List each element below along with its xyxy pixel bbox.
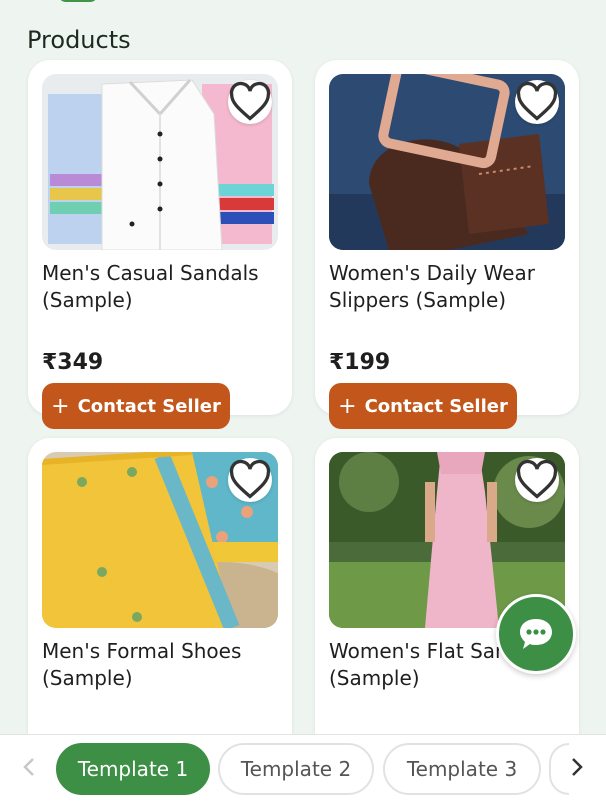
top-tab-indicator — [58, 0, 98, 2]
chevron-right-icon — [572, 758, 583, 776]
product-name: Women's Daily Wear Slippers (Sample) — [329, 261, 535, 312]
contact-seller-button[interactable]: + Contact Seller — [329, 383, 517, 429]
product-card[interactable]: Men's Casual Sandals (Sample) ₹349 + Con… — [28, 60, 292, 429]
contact-seller-label: Contact Seller — [364, 395, 508, 417]
favorite-button[interactable] — [515, 80, 559, 124]
product-image-saree[interactable] — [42, 452, 278, 628]
contact-seller-button[interactable]: + Contact Seller — [42, 383, 230, 429]
prev-button[interactable] — [17, 755, 41, 779]
contact-seller-label: Contact Seller — [77, 395, 221, 417]
favorite-button[interactable] — [515, 458, 559, 502]
template-chip-1[interactable]: Template 1 — [56, 743, 210, 795]
product-price: ₹349 — [42, 350, 104, 375]
chat-button[interactable] — [496, 594, 576, 674]
favorite-button[interactable] — [228, 80, 272, 124]
product-price: ₹199 — [329, 350, 391, 375]
plus-icon: + — [338, 393, 357, 419]
favorite-button[interactable] — [228, 458, 272, 502]
chat-bubble-icon — [520, 619, 552, 649]
heart-outline-icon — [229, 81, 271, 121]
template-chip-3[interactable]: Template 3 — [383, 743, 541, 795]
plus-icon: + — [51, 393, 70, 419]
chevron-left-icon — [23, 758, 34, 776]
heart-outline-icon — [229, 459, 271, 499]
section-title: Products — [27, 26, 131, 54]
template-chip-2[interactable]: Template 2 — [218, 743, 374, 795]
product-name: Men's Casual Sandals (Sample) — [42, 261, 259, 312]
template-selector-bar: Template 1 Template 2 Template 3 — [0, 734, 606, 801]
product-image-belt[interactable] — [329, 74, 565, 250]
product-name: Men's Formal Shoes (Sample) — [42, 639, 242, 690]
heart-outline-icon — [516, 81, 558, 121]
next-button[interactable] — [565, 755, 589, 779]
product-grid: Men's Casual Sandals (Sample) ₹349 + Con… — [28, 60, 579, 793]
heart-outline-icon — [516, 459, 558, 499]
product-card[interactable]: Women's Daily Wear Slippers (Sample) ₹19… — [315, 60, 579, 429]
product-image-shirts[interactable] — [42, 74, 278, 250]
